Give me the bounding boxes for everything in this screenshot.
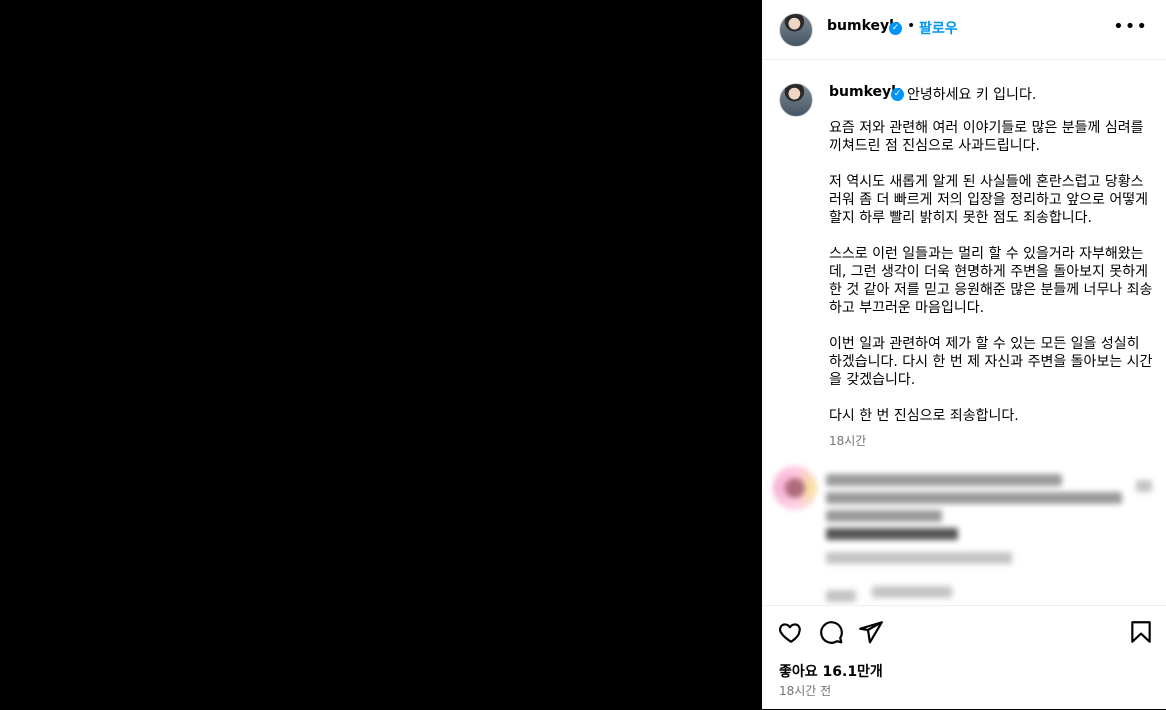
post-panel: bumkeyk ✓ • 팔로우 ••• bumkeyk ✓ 안녕하세요 키 입니…	[762, 0, 1166, 709]
caption-paragraph: 요즘 저와 관련해 여러 이야기들로 많은 분들께 심려를 끼쳐드린 점 진심으…	[829, 120, 1144, 154]
blurred-text	[826, 510, 942, 522]
blurred-text	[826, 528, 958, 540]
more-options-icon[interactable]: •••	[1113, 16, 1148, 37]
post-header: bumkeyk ✓ • 팔로우 •••	[762, 0, 1166, 60]
author-avatar[interactable]	[779, 13, 813, 47]
blurred-text	[1136, 480, 1152, 492]
like-count[interactable]: 좋아요 16.1만개	[779, 661, 883, 681]
heart-icon[interactable]	[778, 619, 804, 645]
blurred-text	[826, 590, 856, 602]
caption-paragraph: 다시 한 번 진심으로 죄송합니다.	[829, 408, 1019, 424]
follow-button[interactable]: 팔로우	[919, 18, 958, 38]
blurred-text	[826, 492, 1122, 504]
caption-paragraph: 스스로 이런 일들과는 멀리 할 수 있을거라 자부해왔는데, 그런 생각이 더…	[829, 246, 1153, 316]
caption-timestamp: 18시간	[829, 434, 867, 448]
comment-icon[interactable]	[818, 619, 844, 645]
caption-paragraph: 이번 일과 관련하여 제가 할 수 있는 모든 일을 성실히 하겠습니다. 다시…	[829, 336, 1153, 388]
blurred-text	[826, 552, 1012, 564]
caption-paragraph: 저 역시도 새롭게 알게 된 사실들에 혼란스럽고 당황스러워 좀 더 빠르게 …	[829, 174, 1148, 226]
separator-dot: •	[907, 18, 916, 34]
author-username[interactable]: bumkeyk	[827, 18, 898, 34]
blurred-text	[872, 586, 952, 598]
verified-badge-icon: ✓	[891, 88, 904, 101]
media-area[interactable]	[0, 0, 762, 709]
commenter-avatar-inner	[785, 478, 805, 498]
share-icon[interactable]	[858, 619, 884, 645]
bookmark-icon[interactable]	[1128, 619, 1154, 645]
caption-body: 요즘 저와 관련해 여러 이야기들로 많은 분들께 심려를 끼쳐드린 점 진심으…	[829, 119, 1156, 443]
comments-section[interactable]: bumkeyk ✓ 안녕하세요 키 입니다. 요즘 저와 관련해 여러 이야기들…	[762, 60, 1166, 605]
verified-badge-icon: ✓	[889, 22, 902, 35]
caption-first-line: 안녕하세요 키 입니다.	[907, 87, 1037, 103]
blurred-text	[826, 474, 1062, 486]
post-timestamp[interactable]: 18시간 전	[779, 682, 831, 699]
post-actions: 좋아요 16.1만개 18시간 전	[762, 605, 1166, 710]
caption-avatar[interactable]	[779, 83, 813, 117]
caption-username[interactable]: bumkeyk	[829, 84, 900, 100]
